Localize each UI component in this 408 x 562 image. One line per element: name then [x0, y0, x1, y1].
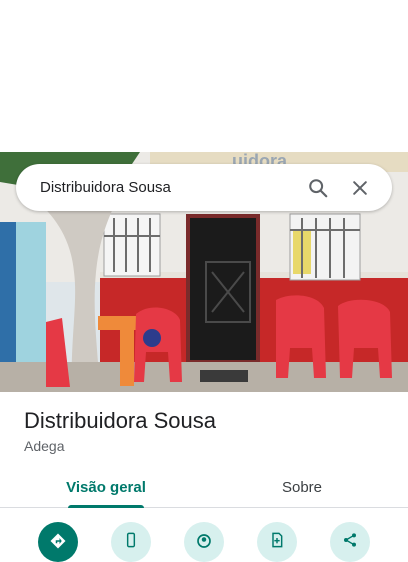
- close-icon[interactable]: [342, 170, 378, 206]
- share-button[interactable]: [330, 522, 370, 562]
- save-icon: [269, 532, 285, 553]
- search-icon[interactable]: [300, 170, 336, 206]
- phone-icon: [123, 532, 139, 553]
- save-button[interactable]: [257, 522, 297, 562]
- search-bar[interactable]: Distribuidora Sousa: [16, 164, 392, 211]
- place-title: Distribuidora Sousa: [24, 408, 216, 433]
- active-tab-indicator: [68, 505, 144, 508]
- action-buttons: [0, 522, 408, 562]
- nearby-button[interactable]: [184, 522, 224, 562]
- tab-overview[interactable]: Visão geral: [36, 468, 176, 507]
- tab-about[interactable]: Sobre: [232, 468, 372, 507]
- share-icon: [342, 532, 358, 553]
- directions-button[interactable]: [38, 522, 78, 562]
- call-button[interactable]: [111, 522, 151, 562]
- search-input[interactable]: Distribuidora Sousa: [40, 179, 300, 196]
- place-category: Adega: [24, 438, 65, 454]
- tab-bar: Visão geral Sobre: [0, 468, 408, 508]
